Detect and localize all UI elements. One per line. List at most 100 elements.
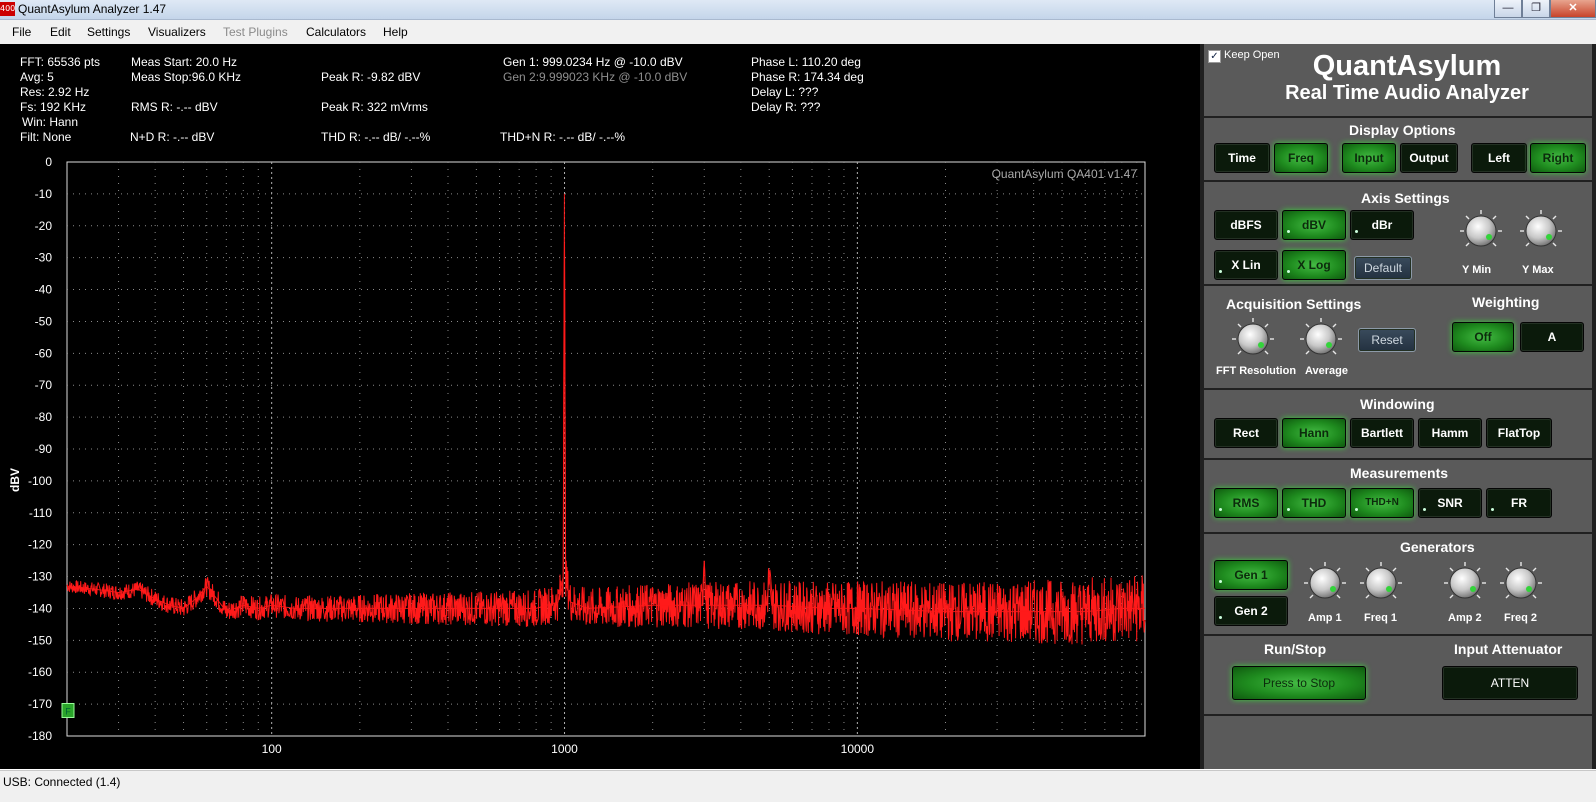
x-log-button[interactable]: X Log (1282, 250, 1346, 280)
meas-fr-button[interactable]: FR (1486, 488, 1552, 518)
menu-visualizers[interactable]: Visualizers (148, 25, 206, 39)
y-tick-label: -20 (35, 219, 53, 233)
close-icon[interactable]: ✕ (1550, 0, 1596, 18)
windowing-section: Windowing Rect Hann Bartlett Hamm FlatTo… (1204, 390, 1592, 458)
fft-resolution-knob[interactable] (1230, 316, 1276, 362)
chart-watermark: QuantAsylum QA401 v1.47 (992, 167, 1138, 181)
plot-area: FFT: 65536 pts Avg: 5 Res: 2.92 Hz Fs: 1… (0, 44, 1200, 769)
average-label: Average (1305, 365, 1349, 377)
output-button[interactable]: Output (1400, 143, 1458, 173)
y-min-knob[interactable] (1458, 208, 1504, 254)
y-tick-label: -40 (35, 283, 53, 297)
run-stop-section: Run/Stop Press to Stop Input Attenuator … (1204, 636, 1592, 714)
window-hann-button[interactable]: Hann (1282, 418, 1346, 448)
generators-section: Generators Gen 1 Gen 2 Amp 1 Freq 1 Amp … (1204, 534, 1592, 634)
gen2-button[interactable]: Gen 2 (1214, 596, 1288, 626)
freq1-knob[interactable] (1358, 560, 1404, 606)
y-tick-label: -120 (28, 538, 52, 552)
menu-edit[interactable]: Edit (50, 25, 71, 39)
y-tick-label: -140 (28, 601, 52, 615)
atten-button[interactable]: ATTEN (1442, 666, 1578, 700)
y-tick-label: -100 (28, 474, 52, 488)
y-tick-label: -180 (28, 729, 52, 743)
dbv-button-label: dBV (1302, 218, 1326, 232)
x-tick-label: 1000 (551, 742, 578, 756)
gen1-button[interactable]: Gen 1 (1214, 560, 1288, 590)
time-button[interactable]: Time (1214, 143, 1270, 173)
gen2-label: Gen 2 (1234, 604, 1268, 618)
spectrum-chart[interactable]: 0 -10 -20 -30 -40 -50 -60 -70 -80 -90 -100 -110 -120… (0, 44, 1200, 769)
menu-bar: File Edit Settings Visualizers Test Plug… (0, 20, 1596, 44)
control-panel: ✓ Keep Open QuantAsylum Real Time Audio … (1200, 44, 1596, 769)
menu-calculators[interactable]: Calculators (306, 25, 366, 39)
measurements-title: Measurements (1350, 465, 1449, 481)
window-flattop-button[interactable]: FlatTop (1486, 418, 1552, 448)
brand-title: QuantAsylum (1312, 50, 1502, 82)
dbr-button[interactable]: dBr (1350, 210, 1414, 240)
window-hamm-button[interactable]: Hamm (1418, 418, 1482, 448)
amp2-label: Amp 2 (1448, 612, 1482, 624)
menu-settings[interactable]: Settings (87, 25, 130, 39)
menu-help[interactable]: Help (383, 25, 408, 39)
y-min-label: Y Min (1462, 264, 1492, 276)
reset-button[interactable]: Reset (1358, 328, 1416, 352)
default-button[interactable]: Default (1354, 256, 1412, 280)
window-bartlett-button[interactable]: Bartlett (1350, 418, 1414, 448)
menu-test-plugins[interactable]: Test Plugins (223, 25, 288, 39)
input-attenuator-title: Input Attenuator (1454, 641, 1563, 657)
meas-snr-label: SNR (1437, 496, 1463, 510)
y-tick-label: -10 (35, 187, 53, 201)
window-title: QuantAsylum Analyzer 1.47 (18, 2, 167, 16)
x-tick-label: 10000 (841, 742, 875, 756)
y-tick-label: -60 (35, 346, 53, 360)
acquisition-section: Acquisition Settings FFT Resolution Aver… (1204, 286, 1592, 388)
freq-button[interactable]: Freq (1274, 143, 1328, 173)
title-bar: 400 QuantAsylum Analyzer 1.47 — ❐ ✕ (0, 0, 1596, 20)
brand-subtitle: Real Time Audio Analyzer (1285, 82, 1529, 104)
y-tick-label: -80 (35, 410, 53, 424)
acquisition-title: Acquisition Settings (1226, 296, 1362, 312)
maximize-icon[interactable]: ❐ (1522, 0, 1550, 18)
meas-snr-button[interactable]: SNR (1418, 488, 1482, 518)
y-tick-label: -70 (35, 378, 53, 392)
weighting-off-button[interactable]: Off (1452, 322, 1514, 352)
right-button[interactable]: Right (1530, 143, 1586, 173)
minimize-icon[interactable]: — (1494, 0, 1522, 18)
axis-settings-title: Axis Settings (1361, 190, 1450, 206)
measurements-section: Measurements RMS THD THD+N SNR FR (1204, 460, 1592, 532)
weighting-title: Weighting (1472, 294, 1540, 310)
windowing-title: Windowing (1360, 396, 1435, 412)
average-knob[interactable] (1298, 316, 1344, 362)
display-options-title: Display Options (1349, 122, 1456, 138)
press-to-stop-button[interactable]: Press to Stop (1232, 666, 1366, 700)
display-options-section: Display Options Time Freq Input Output L… (1204, 118, 1592, 180)
x-lin-label: X Lin (1231, 258, 1261, 272)
y-tick-label: -90 (35, 442, 53, 456)
x-lin-button[interactable]: X Lin (1214, 250, 1278, 280)
generators-title: Generators (1400, 539, 1475, 555)
input-button[interactable]: Input (1342, 143, 1396, 173)
amp1-knob[interactable] (1302, 560, 1348, 606)
meas-thd-button[interactable]: THD (1282, 488, 1346, 518)
y-tick-label: -130 (28, 570, 52, 584)
window-controls: — ❐ ✕ (1494, 0, 1596, 18)
dbv-button[interactable]: dBV (1282, 210, 1346, 240)
meas-fr-label: FR (1511, 496, 1527, 510)
dbfs-button[interactable]: dBFS (1214, 210, 1278, 240)
meas-thdn-label: THD+N (1365, 497, 1399, 508)
amp2-knob[interactable] (1442, 560, 1488, 606)
run-stop-title: Run/Stop (1264, 641, 1327, 657)
menu-file[interactable]: File (12, 25, 31, 39)
y-max-knob[interactable] (1518, 208, 1564, 254)
window-rect-button[interactable]: Rect (1214, 418, 1278, 448)
y-tick-label: -160 (28, 665, 52, 679)
usb-status: USB: Connected (1.4) (3, 775, 121, 789)
y-tick-label: -30 (35, 251, 53, 265)
y-tick-label: -150 (28, 633, 52, 647)
weighting-a-button[interactable]: A (1520, 322, 1584, 352)
meas-thdn-button[interactable]: THD+N (1350, 488, 1414, 518)
gen1-label: Gen 1 (1234, 568, 1268, 582)
left-button[interactable]: Left (1471, 143, 1527, 173)
meas-rms-button[interactable]: RMS (1214, 488, 1278, 518)
freq2-knob[interactable] (1498, 560, 1544, 606)
